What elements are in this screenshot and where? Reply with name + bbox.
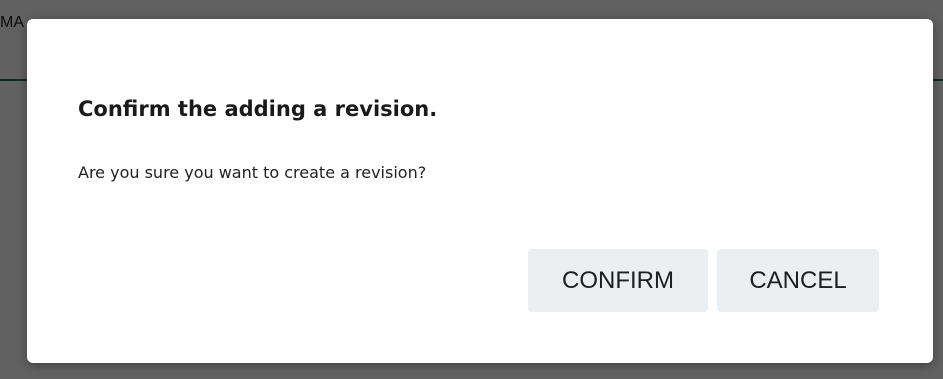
- confirm-dialog: Confirm the adding a revision. Are you s…: [27, 19, 933, 363]
- confirm-button[interactable]: CONFIRM: [528, 249, 708, 312]
- page: MA Confirm the adding a revision. Are yo…: [0, 0, 943, 379]
- cancel-button[interactable]: CANCEL: [717, 249, 879, 312]
- dialog-title: Confirm the adding a revision.: [78, 97, 438, 121]
- dialog-message: Are you sure you want to create a revisi…: [78, 163, 427, 182]
